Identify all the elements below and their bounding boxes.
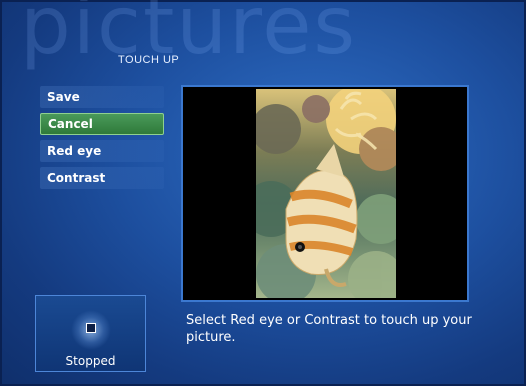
menu-item-contrast[interactable]: Contrast [40, 167, 164, 189]
menu-item-cancel[interactable]: Cancel [40, 113, 164, 135]
instruction-text: Select Red eye or Contrast to touch up y… [186, 313, 472, 345]
status-label: Stopped [65, 354, 116, 368]
stop-icon [86, 323, 96, 333]
fish-photo-illustration [256, 89, 396, 298]
playback-status-panel[interactable]: Stopped [35, 295, 146, 372]
touch-up-menu: Save Cancel Red eye Contrast [40, 86, 164, 194]
menu-item-red-eye[interactable]: Red eye [40, 140, 164, 162]
menu-item-save[interactable]: Save [40, 86, 164, 108]
menu-item-label: Cancel [48, 117, 93, 131]
page-title: TOUCH UP [118, 54, 180, 66]
menu-item-label: Save [47, 90, 80, 104]
menu-item-label: Contrast [47, 171, 106, 185]
menu-item-label: Red eye [47, 144, 102, 158]
picture-preview [256, 89, 396, 298]
section-watermark: pictures [20, 0, 358, 72]
picture-viewer [181, 85, 469, 302]
